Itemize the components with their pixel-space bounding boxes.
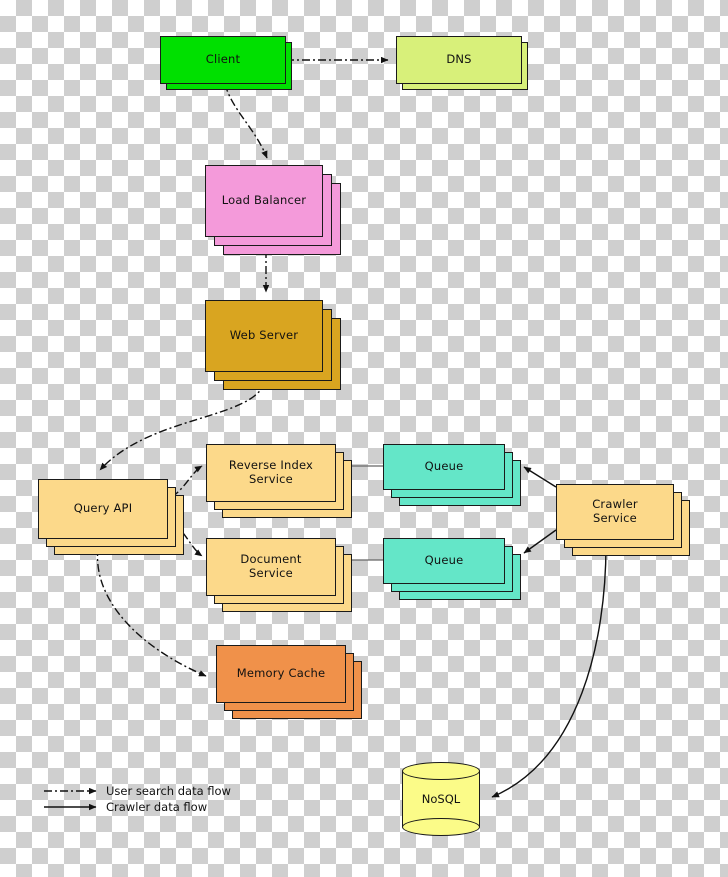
node-web-server[interactable]: Web Server — [205, 300, 323, 372]
node-client[interactable]: Client — [160, 36, 286, 84]
node-reverse-index-service[interactable]: Reverse Index Service — [206, 444, 336, 502]
node-memory-cache[interactable]: Memory Cache — [216, 645, 346, 703]
node-dns[interactable]: DNS — [396, 36, 522, 84]
node-stack-memory-cache: Memory Cache — [216, 645, 362, 719]
node-queue-top-label: Queue — [424, 459, 464, 474]
node-memory-cache-label: Memory Cache — [236, 666, 326, 681]
node-stack-queue-top: Queue — [383, 444, 521, 506]
node-stack-load-balancer: Load Balancer — [205, 165, 341, 255]
node-nosql[interactable]: NoSQL — [402, 762, 480, 836]
node-document-service[interactable]: Document Service — [206, 538, 336, 596]
node-query-api[interactable]: Query API — [38, 479, 168, 539]
node-web-server-label: Web Server — [229, 328, 299, 343]
node-client-label: Client — [205, 52, 241, 67]
diagram-edges — [44, 56, 607, 811]
node-nosql-label: NoSQL — [421, 792, 461, 806]
edge-crawler-to-queue-top — [523, 466, 557, 488]
diagram-canvas: Client DNS Load Balancer Web Server Quer… — [0, 0, 728, 877]
edge-crawler-to-queue-bottom — [523, 529, 557, 554]
legend-label-crawler: Crawler data flow — [106, 800, 208, 814]
node-stack-client: Client — [160, 36, 292, 90]
node-stack-reverse-index-service: Reverse Index Service — [206, 444, 352, 518]
node-stack-dns: DNS — [396, 36, 528, 90]
node-stack-queue-bottom: Queue — [383, 538, 521, 600]
node-crawler-service[interactable]: Crawler Service — [556, 484, 674, 540]
node-stack-document-service: Document Service — [206, 538, 352, 612]
node-reverse-index-service-label: Reverse Index Service — [228, 458, 314, 486]
node-queue-bottom[interactable]: Queue — [383, 538, 505, 584]
node-load-balancer[interactable]: Load Balancer — [205, 165, 323, 237]
node-queue-top[interactable]: Queue — [383, 444, 505, 490]
node-crawler-service-label: Crawler Service — [592, 497, 638, 525]
node-document-service-label: Document Service — [240, 552, 302, 580]
node-query-api-label: Query API — [73, 501, 133, 516]
edge-query-api-to-memory-cache — [96, 547, 207, 677]
legend-label-user-search: User search data flow — [106, 784, 231, 798]
edge-client-to-load-balancer — [224, 83, 268, 159]
node-load-balancer-label: Load Balancer — [221, 193, 307, 208]
node-stack-query-api: Query API — [38, 479, 184, 555]
node-queue-bottom-label: Queue — [424, 553, 464, 568]
edge-query-api-to-reverse-index — [171, 465, 203, 498]
node-dns-label: DNS — [446, 52, 472, 67]
node-stack-crawler-service: Crawler Service — [556, 484, 690, 556]
node-stack-web-server: Web Server — [205, 300, 341, 390]
